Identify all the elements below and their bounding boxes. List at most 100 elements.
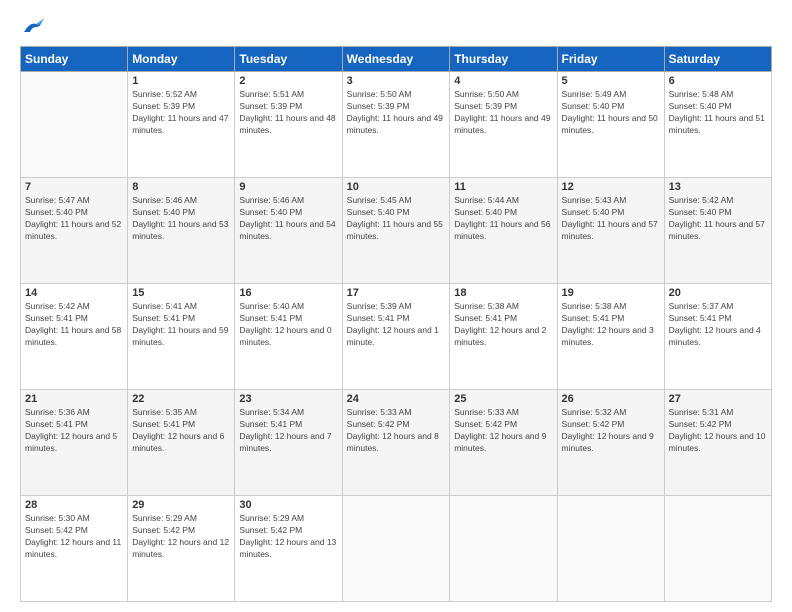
day-number: 5 [562,75,660,87]
day-info: Sunrise: 5:30 AMSunset: 5:42 PMDaylight:… [25,513,123,561]
logo [20,18,44,36]
calendar-cell [450,496,557,602]
calendar-cell: 7 Sunrise: 5:47 AMSunset: 5:40 PMDaylight… [21,178,128,284]
calendar-cell: 2 Sunrise: 5:51 AMSunset: 5:39 PMDaylight… [235,72,342,178]
calendar-cell: 27 Sunrise: 5:31 AMSunset: 5:42 PMDayligh… [664,390,771,496]
day-info: Sunrise: 5:42 AMSunset: 5:41 PMDaylight:… [25,301,123,349]
day-number: 28 [25,499,123,511]
page: SundayMondayTuesdayWednesdayThursdayFrid… [0,0,792,612]
calendar-cell: 9 Sunrise: 5:46 AMSunset: 5:40 PMDaylight… [235,178,342,284]
calendar-cell: 11 Sunrise: 5:44 AMSunset: 5:40 PMDayligh… [450,178,557,284]
calendar-cell: 15Sunrise: 5:41 AMSunset: 5:41 PMDayligh… [128,284,235,390]
calendar-cell: 14 Sunrise: 5:42 AMSunset: 5:41 PMDayligh… [21,284,128,390]
calendar-cell: 22 Sunrise: 5:35 AMSunset: 5:41 PMDayligh… [128,390,235,496]
day-number: 17 [347,287,446,299]
day-info: Sunrise: 5:42 AMSunset: 5:40 PMDaylight:… [669,195,767,243]
day-info: Sunrise: 5:52 AMSunset: 5:39 PMDaylight:… [132,89,230,137]
day-number: 6 [669,75,767,87]
day-number: 2 [239,75,337,87]
calendar-cell: 16 Sunrise: 5:40 AMSunset: 5:41 PMDayligh… [235,284,342,390]
calendar-cell: 5 Sunrise: 5:49 AMSunset: 5:40 PMDaylight… [557,72,664,178]
day-info: Sunrise: 5:37 AMSunset: 5:41 PMDaylight:… [669,301,767,349]
day-info: Sunrise: 5:46 AMSunset: 5:40 PMDaylight:… [132,195,230,243]
calendar-cell: 4 Sunrise: 5:50 AMSunset: 5:39 PMDaylight… [450,72,557,178]
calendar-cell: 24 Sunrise: 5:33 AMSunset: 5:42 PMDayligh… [342,390,450,496]
day-number: 18 [454,287,552,299]
calendar-cell: 13 Sunrise: 5:42 AMSunset: 5:40 PMDayligh… [664,178,771,284]
calendar-cell: 8 Sunrise: 5:46 AMSunset: 5:40 PMDaylight… [128,178,235,284]
day-number: 21 [25,393,123,405]
weekday-header: Thursday [450,47,557,72]
calendar-week-row: 21Sunrise: 5:36 AMSunset: 5:41 PMDayligh… [21,390,772,496]
calendar-cell [21,72,128,178]
day-number: 30 [239,499,337,511]
calendar-cell: 18 Sunrise: 5:38 AMSunset: 5:41 PMDayligh… [450,284,557,390]
day-number: 14 [25,287,123,299]
day-number: 15 [132,287,230,299]
calendar-cell: 12 Sunrise: 5:43 AMSunset: 5:40 PMDayligh… [557,178,664,284]
calendar-cell: 21Sunrise: 5:36 AMSunset: 5:41 PMDayligh… [21,390,128,496]
day-info: Sunrise: 5:34 AMSunset: 5:41 PMDaylight:… [239,407,337,455]
calendar-cell: 17 Sunrise: 5:39 AMSunset: 5:41 PMDayligh… [342,284,450,390]
day-number: 25 [454,393,552,405]
calendar-cell [557,496,664,602]
day-info: Sunrise: 5:38 AMSunset: 5:41 PMDaylight:… [562,301,660,349]
day-info: Sunrise: 5:43 AMSunset: 5:40 PMDaylight:… [562,195,660,243]
day-info: Sunrise: 5:38 AMSunset: 5:41 PMDaylight:… [454,301,552,349]
day-number: 10 [347,181,446,193]
day-info: Sunrise: 5:49 AMSunset: 5:40 PMDaylight:… [562,89,660,137]
day-info: Sunrise: 5:44 AMSunset: 5:40 PMDaylight:… [454,195,552,243]
weekday-header: Wednesday [342,47,450,72]
day-number: 13 [669,181,767,193]
day-number: 7 [25,181,123,193]
weekday-header: Sunday [21,47,128,72]
calendar-week-row: 28 Sunrise: 5:30 AMSunset: 5:42 PMDayligh… [21,496,772,602]
day-number: 1 [132,75,230,87]
calendar-cell: 20 Sunrise: 5:37 AMSunset: 5:41 PMDayligh… [664,284,771,390]
day-info: Sunrise: 5:33 AMSunset: 5:42 PMDaylight:… [347,407,446,455]
day-info: Sunrise: 5:39 AMSunset: 5:41 PMDaylight:… [347,301,446,349]
day-info: Sunrise: 5:35 AMSunset: 5:41 PMDaylight:… [132,407,230,455]
calendar-cell: 1 Sunrise: 5:52 AMSunset: 5:39 PMDaylight… [128,72,235,178]
calendar-cell: 19 Sunrise: 5:38 AMSunset: 5:41 PMDayligh… [557,284,664,390]
logo-bird-icon [22,18,44,36]
day-info: Sunrise: 5:29 AMSunset: 5:42 PMDaylight:… [239,513,337,561]
calendar-cell: 26Sunrise: 5:32 AMSunset: 5:42 PMDayligh… [557,390,664,496]
day-info: Sunrise: 5:29 AMSunset: 5:42 PMDaylight:… [132,513,230,561]
calendar-cell: 3 Sunrise: 5:50 AMSunset: 5:39 PMDaylight… [342,72,450,178]
day-info: Sunrise: 5:48 AMSunset: 5:40 PMDaylight:… [669,89,767,137]
day-number: 11 [454,181,552,193]
calendar-cell: 6 Sunrise: 5:48 AMSunset: 5:40 PMDaylight… [664,72,771,178]
calendar-cell [342,496,450,602]
day-number: 26 [562,393,660,405]
day-info: Sunrise: 5:45 AMSunset: 5:40 PMDaylight:… [347,195,446,243]
day-number: 12 [562,181,660,193]
calendar-cell: 23Sunrise: 5:34 AMSunset: 5:41 PMDayligh… [235,390,342,496]
day-info: Sunrise: 5:31 AMSunset: 5:42 PMDaylight:… [669,407,767,455]
day-info: Sunrise: 5:50 AMSunset: 5:39 PMDaylight:… [347,89,446,137]
day-number: 3 [347,75,446,87]
day-number: 22 [132,393,230,405]
day-number: 29 [132,499,230,511]
day-info: Sunrise: 5:51 AMSunset: 5:39 PMDaylight:… [239,89,337,137]
day-number: 9 [239,181,337,193]
weekday-header: Tuesday [235,47,342,72]
calendar-cell: 29 Sunrise: 5:29 AMSunset: 5:42 PMDayligh… [128,496,235,602]
day-info: Sunrise: 5:50 AMSunset: 5:39 PMDaylight:… [454,89,552,137]
day-number: 27 [669,393,767,405]
day-number: 20 [669,287,767,299]
header [20,18,772,36]
day-info: Sunrise: 5:40 AMSunset: 5:41 PMDaylight:… [239,301,337,349]
day-number: 16 [239,287,337,299]
day-number: 19 [562,287,660,299]
calendar-week-row: 7 Sunrise: 5:47 AMSunset: 5:40 PMDaylight… [21,178,772,284]
day-info: Sunrise: 5:33 AMSunset: 5:42 PMDaylight:… [454,407,552,455]
day-info: Sunrise: 5:46 AMSunset: 5:40 PMDaylight:… [239,195,337,243]
day-number: 24 [347,393,446,405]
calendar-week-row: 1 Sunrise: 5:52 AMSunset: 5:39 PMDaylight… [21,72,772,178]
day-info: Sunrise: 5:47 AMSunset: 5:40 PMDaylight:… [25,195,123,243]
day-number: 4 [454,75,552,87]
day-number: 8 [132,181,230,193]
calendar-week-row: 14 Sunrise: 5:42 AMSunset: 5:41 PMDayligh… [21,284,772,390]
calendar-cell: 25 Sunrise: 5:33 AMSunset: 5:42 PMDayligh… [450,390,557,496]
